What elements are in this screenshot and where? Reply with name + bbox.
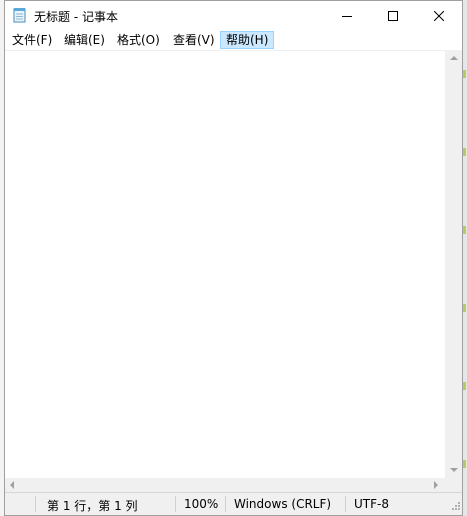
- background-window-edge-right: [463, 0, 467, 516]
- encoding: UTF-8: [354, 497, 389, 511]
- text-editor-area[interactable]: [5, 50, 445, 479]
- vertical-scrollbar[interactable]: [445, 50, 462, 478]
- maximize-button[interactable]: [370, 1, 416, 30]
- menu-file[interactable]: 文件(F): [7, 31, 57, 49]
- title-bar[interactable]: 无标题 - 记事本: [5, 1, 462, 30]
- background-marker: [463, 226, 466, 234]
- status-divider: [35, 496, 36, 512]
- menu-format[interactable]: 格式(O): [112, 31, 165, 49]
- menu-help[interactable]: 帮助(H): [220, 31, 275, 49]
- notepad-icon[interactable]: [13, 7, 27, 23]
- maximize-icon: [388, 10, 398, 21]
- notepad-window: 无标题 - 记事本 文件(F) 编辑(E) 格式(O) 查看(V) 帮助(H): [4, 0, 463, 516]
- status-divider: [345, 496, 346, 512]
- status-divider: [175, 496, 176, 512]
- background-marker: [463, 148, 466, 156]
- scroll-up-icon[interactable]: [450, 56, 458, 60]
- line-ending: Windows (CRLF): [234, 497, 332, 511]
- zoom-level: 100%: [184, 497, 219, 511]
- close-button[interactable]: [416, 1, 462, 30]
- status-divider: [225, 496, 226, 512]
- resize-grip-icon[interactable]: [450, 499, 460, 513]
- minimize-button[interactable]: [324, 1, 370, 30]
- scroll-right-icon[interactable]: [434, 481, 438, 489]
- window-title: 无标题 - 记事本: [34, 10, 118, 24]
- minimize-icon: [342, 11, 352, 21]
- menu-bar: 文件(F) 编辑(E) 格式(O) 查看(V) 帮助(H): [5, 30, 462, 50]
- background-marker: [463, 382, 466, 390]
- horizontal-scrollbar[interactable]: [5, 478, 445, 492]
- scroll-down-icon[interactable]: [450, 468, 458, 472]
- menu-edit[interactable]: 编辑(E): [59, 31, 110, 49]
- menu-view[interactable]: 查看(V): [168, 31, 220, 49]
- close-icon: [434, 10, 444, 21]
- status-bar: 第 1 行，第 1 列 100% Windows (CRLF) UTF-8: [5, 492, 462, 515]
- cursor-position: 第 1 行，第 1 列: [47, 499, 138, 513]
- scroll-left-icon[interactable]: [10, 481, 14, 489]
- background-marker: [463, 460, 466, 468]
- scrollbar-corner: [445, 478, 462, 492]
- background-marker: [463, 70, 466, 78]
- background-marker: [463, 304, 466, 312]
